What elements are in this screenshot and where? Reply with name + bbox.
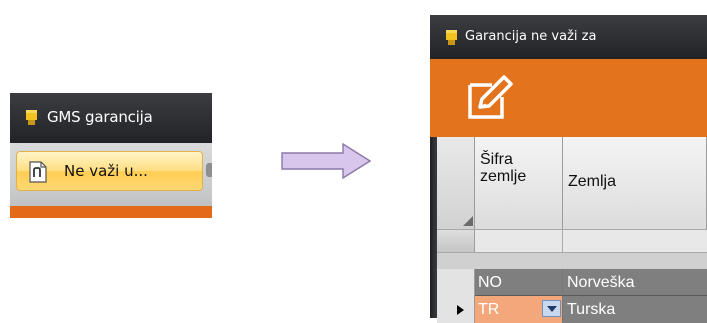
result-window: Garancija ne važi za Šifra zemlje Zemlja [430,15,707,323]
cell-code-editing[interactable]: TR [475,296,563,323]
window-title: GMS garancija [47,108,153,126]
right-arrow-icon [281,143,371,179]
row-selector[interactable] [437,269,475,296]
cell-code-value: TR [478,301,500,318]
title-bar: Garancija ne važi za [430,15,707,59]
tab-ne-vazi-u[interactable]: Ne važi u... [16,151,203,191]
document-icon [29,161,47,183]
toolbar [430,59,707,137]
window-title: Garancija ne važi za [465,29,597,44]
current-row-icon [457,305,464,315]
app-icon [446,30,457,45]
dropdown-button[interactable] [542,300,561,317]
column-header-code[interactable]: Šifra zemlje [475,137,563,229]
tab-label: Ne važi u... [64,162,148,180]
cell-code[interactable]: NO [475,269,563,296]
app-icon [26,110,37,125]
next-tab-edge[interactable] [206,163,212,177]
edit-pencil-icon[interactable] [466,73,516,121]
table-row[interactable]: NO Norveška [437,269,707,296]
cell-country[interactable]: Turska [563,296,707,323]
window-border [430,137,437,318]
row-selector[interactable] [437,230,475,252]
table-row[interactable]: TR Turska [437,296,707,323]
filter-cell-country[interactable] [563,230,707,252]
row-selector[interactable] [437,296,475,323]
column-header-label: Šifra zemlje [480,151,527,185]
ribbon-accent-bar [10,206,212,218]
filter-row [437,229,707,253]
column-header-label: Zemlja [568,173,617,190]
title-bar: GMS garancija [10,93,212,143]
select-all-header[interactable] [437,137,475,229]
filter-cell-code[interactable] [475,230,563,252]
column-header-country[interactable]: Zemlja [563,137,707,229]
cell-country[interactable]: Norveška [563,269,707,296]
dropdown-arrow-icon [547,306,557,312]
source-window: GMS garancija Ne važi u... [10,93,212,218]
data-grid: Šifra zemlje Zemlja NO Norveška TR Tursk… [437,137,707,323]
corner-icon [463,216,473,226]
row-separator [437,253,707,269]
